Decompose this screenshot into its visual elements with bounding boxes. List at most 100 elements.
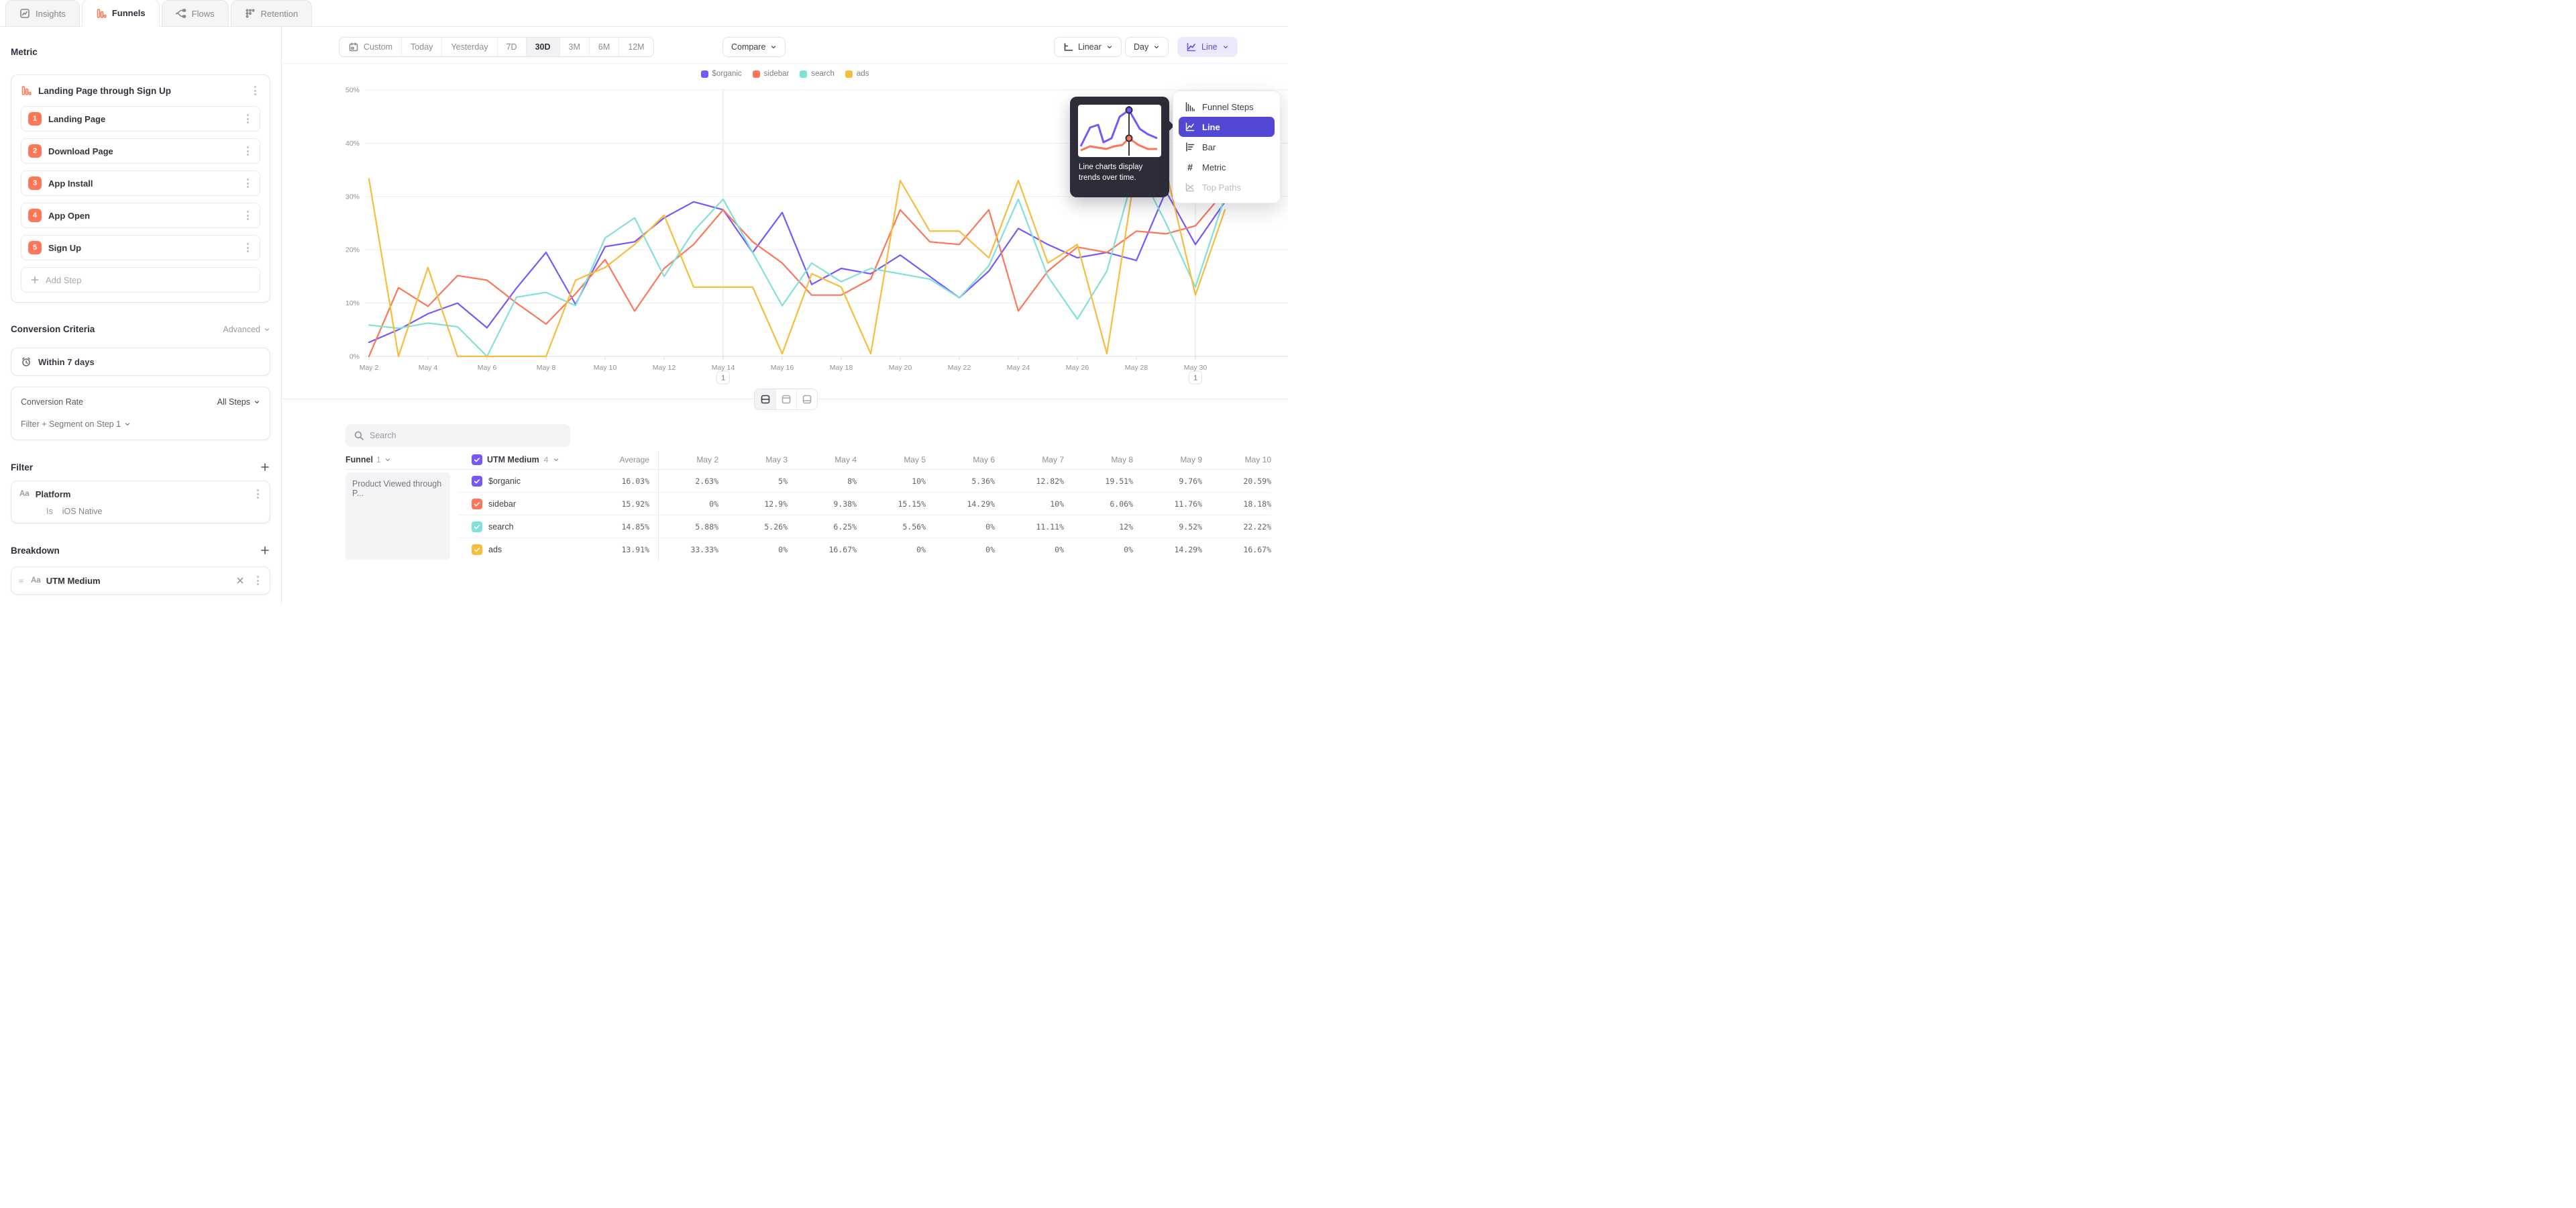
chevron-down-icon bbox=[1106, 44, 1113, 50]
legend-item-organic[interactable]: $organic bbox=[701, 70, 742, 78]
alarm-clock-icon bbox=[21, 356, 32, 367]
funnel-step-1[interactable]: 1 Landing Page bbox=[21, 106, 260, 132]
advanced-dropdown[interactable]: Advanced bbox=[223, 325, 270, 334]
svg-text:May 26: May 26 bbox=[1066, 364, 1089, 372]
series-line-$organic bbox=[369, 191, 1225, 342]
range-custom[interactable]: Custom bbox=[339, 38, 401, 56]
interval-dropdown[interactable]: Day bbox=[1125, 37, 1169, 57]
scale-dropdown[interactable]: Linear bbox=[1054, 37, 1122, 57]
cell-value: 0% bbox=[649, 493, 718, 515]
svg-text:May 14: May 14 bbox=[712, 364, 735, 372]
legend-item-ads[interactable]: ads bbox=[845, 70, 869, 78]
annotation-badge[interactable] bbox=[1189, 371, 1202, 384]
split-view-toggle[interactable] bbox=[755, 389, 775, 409]
filter-property-name[interactable]: Platform bbox=[36, 489, 247, 499]
kebab-menu-icon[interactable] bbox=[250, 83, 260, 98]
row-checkbox[interactable] bbox=[472, 499, 482, 509]
select-all-checkbox[interactable] bbox=[472, 454, 482, 465]
range-label: Yesterday bbox=[451, 42, 488, 52]
svg-text:20%: 20% bbox=[345, 246, 360, 254]
legend-item-search[interactable]: search bbox=[800, 70, 835, 78]
funnel-group-cell[interactable]: Product Viewed through P... bbox=[345, 472, 450, 560]
breakdown-property-name[interactable]: UTM Medium bbox=[46, 576, 227, 586]
date-column-header: May 8 bbox=[1064, 450, 1133, 470]
drag-handle-icon[interactable] bbox=[17, 576, 25, 585]
retention-icon bbox=[245, 8, 256, 19]
chevron-down-icon bbox=[1153, 44, 1160, 50]
chart-only-toggle[interactable] bbox=[775, 389, 796, 409]
metric-card-header[interactable]: Landing Page through Sign Up bbox=[11, 75, 270, 106]
tab-funnels[interactable]: Funnels bbox=[82, 0, 160, 26]
kebab-menu-icon[interactable] bbox=[243, 111, 253, 126]
table-row-series-cell: ads bbox=[458, 538, 581, 561]
range-yesterday[interactable]: Yesterday bbox=[441, 38, 496, 56]
kebab-menu-icon[interactable] bbox=[243, 208, 253, 223]
tab-retention[interactable]: Retention bbox=[231, 0, 313, 26]
kebab-menu-icon[interactable] bbox=[243, 144, 253, 158]
menu-item-line[interactable]: Line bbox=[1179, 117, 1275, 137]
line-icon bbox=[1185, 121, 1195, 132]
kebab-menu-icon[interactable] bbox=[253, 573, 263, 588]
cell-value: 0% bbox=[926, 515, 995, 538]
menu-item-metric[interactable]: # Metric bbox=[1179, 157, 1275, 177]
add-breakdown-button[interactable] bbox=[260, 545, 270, 556]
table-row-series-cell: sidebar bbox=[458, 493, 581, 515]
add-step-button[interactable]: Add Step bbox=[21, 267, 260, 293]
compare-button[interactable]: Compare bbox=[722, 37, 786, 57]
funnel-column-header[interactable]: Funnel 1 bbox=[345, 450, 458, 470]
conversion-window-card[interactable]: Within 7 days bbox=[11, 348, 270, 376]
funnel-step-5[interactable]: 5 Sign Up bbox=[21, 235, 260, 260]
svg-text:May 22: May 22 bbox=[948, 364, 971, 372]
report-main: 0%10%20%30%40%50%11May 2May 4May 6May 8M… bbox=[282, 27, 1288, 604]
range-today[interactable]: Today bbox=[401, 38, 441, 56]
cell-value: 2.63% bbox=[649, 470, 718, 493]
annotation-badge[interactable] bbox=[717, 371, 730, 384]
kebab-menu-icon[interactable] bbox=[243, 176, 253, 191]
menu-item-label: Funnel Steps bbox=[1202, 102, 1254, 112]
remove-breakdown-icon[interactable] bbox=[233, 573, 248, 588]
menu-item-bar[interactable]: Bar bbox=[1179, 137, 1275, 157]
filter-operator: Is bbox=[46, 507, 53, 516]
search-input[interactable] bbox=[370, 431, 562, 440]
range-12m[interactable]: 12M bbox=[619, 38, 653, 56]
kebab-menu-icon[interactable] bbox=[253, 487, 263, 501]
range-3m[interactable]: 3M bbox=[559, 38, 589, 56]
range-6m[interactable]: 6M bbox=[589, 38, 619, 56]
table-only-toggle[interactable] bbox=[796, 389, 817, 409]
funnel-step-3[interactable]: 3 App Install bbox=[21, 170, 260, 196]
plus-icon bbox=[30, 274, 40, 285]
breakdown-header-label: UTM Medium bbox=[487, 455, 539, 464]
filter-condition[interactable]: Is iOS Native bbox=[19, 501, 263, 516]
svg-text:30%: 30% bbox=[345, 193, 360, 201]
kebab-menu-icon[interactable] bbox=[243, 240, 253, 255]
row-checkbox[interactable] bbox=[472, 544, 482, 555]
tab-label: Retention bbox=[261, 9, 299, 19]
cell-value: 9.76% bbox=[1133, 470, 1202, 493]
chart-type-tooltip: Line charts display trends over time. bbox=[1070, 97, 1169, 197]
range-label: 6M bbox=[598, 42, 610, 52]
svg-text:May 10: May 10 bbox=[594, 364, 617, 372]
filter-segment-dropdown[interactable]: Filter + Segment on Step 1 bbox=[21, 414, 260, 434]
svg-text:40%: 40% bbox=[345, 140, 360, 148]
tab-flows[interactable]: Flows bbox=[162, 0, 229, 26]
funnel-step-2[interactable]: 2 Download Page bbox=[21, 138, 260, 164]
add-filter-button[interactable] bbox=[260, 462, 270, 472]
conversion-criteria-heading: Conversion Criteria bbox=[11, 324, 95, 334]
menu-item-top-paths[interactable]: Top Paths bbox=[1179, 177, 1275, 197]
menu-item-funnel-steps[interactable]: Funnel Steps bbox=[1179, 97, 1275, 117]
legend-item-sidebar[interactable]: sidebar bbox=[753, 70, 790, 78]
tab-insights[interactable]: Insights bbox=[5, 0, 80, 26]
legend-swatch bbox=[800, 70, 807, 78]
funnel-step-4[interactable]: 4 App Open bbox=[21, 203, 260, 228]
cell-value: 16.67% bbox=[1202, 538, 1271, 561]
row-checkbox[interactable] bbox=[472, 521, 482, 532]
breakdown-column-header[interactable]: UTM Medium 4 bbox=[458, 450, 581, 470]
row-checkbox[interactable] bbox=[472, 476, 482, 487]
step-label: Download Page bbox=[48, 146, 236, 156]
range-7d[interactable]: 7D bbox=[497, 38, 526, 56]
cell-value: 15.15% bbox=[857, 493, 926, 515]
range-30d[interactable]: 30D bbox=[526, 38, 559, 56]
all-steps-dropdown[interactable]: All Steps bbox=[217, 397, 260, 407]
metric-icon: # bbox=[1185, 162, 1195, 172]
chart-type-dropdown[interactable]: Line bbox=[1177, 37, 1238, 57]
